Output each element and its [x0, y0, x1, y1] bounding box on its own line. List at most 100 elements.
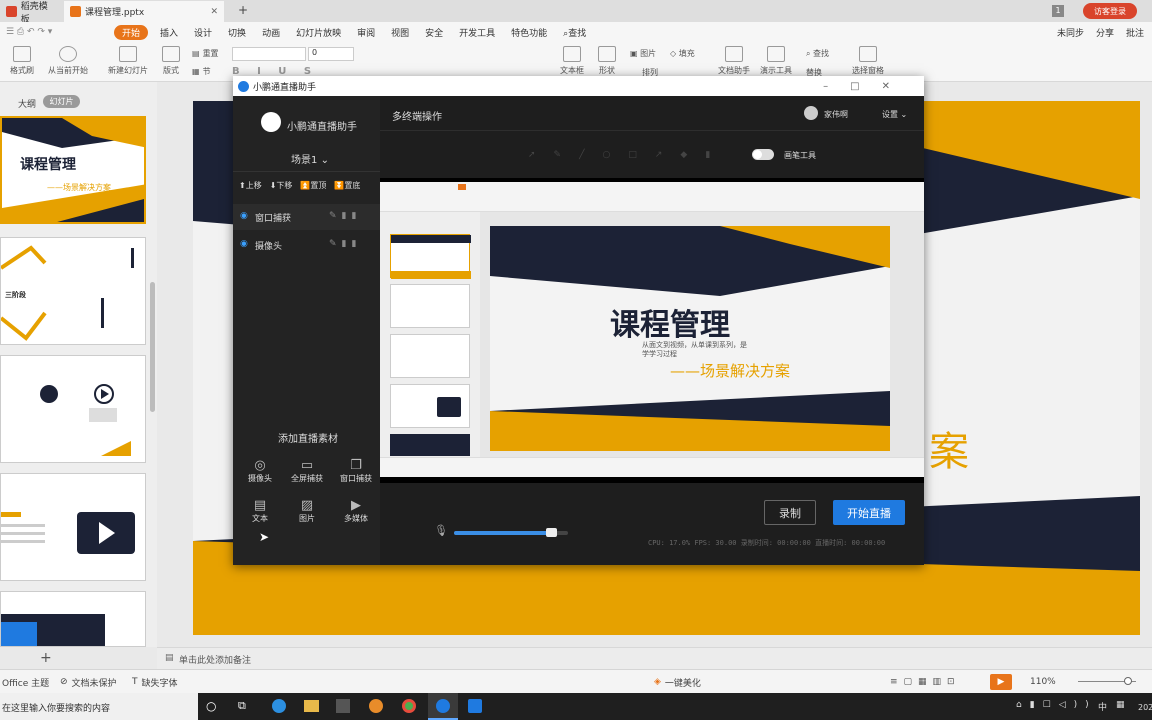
beautify-button[interactable]: ◈ 一键美化: [654, 670, 701, 694]
edge-icon[interactable]: [272, 699, 286, 713]
textbox-button[interactable]: 文本框: [560, 46, 584, 76]
slideshow-play-button[interactable]: ▶: [990, 674, 1012, 690]
thumbnail-scrollbar[interactable]: [150, 282, 155, 412]
brush-toggle[interactable]: [752, 149, 774, 160]
doc-assistant-button[interactable]: 文档助手: [718, 46, 750, 76]
add-media-button[interactable]: ▶ 多媒体: [335, 498, 377, 524]
ime-indicator[interactable]: 中: [1098, 700, 1107, 713]
task-view-icon[interactable]: ⧉: [238, 699, 246, 713]
font-name-select[interactable]: [232, 47, 306, 61]
move-down-button[interactable]: ⬇下移: [270, 180, 293, 191]
fill-button[interactable]: ◇ 填充: [670, 48, 695, 59]
settings-button[interactable]: 设置 ⌄: [882, 109, 907, 120]
menu-insert[interactable]: 插入: [152, 26, 186, 39]
eye-icon[interactable]: ◉: [240, 239, 248, 249]
menu-transition[interactable]: 切换: [220, 26, 254, 39]
notes-bar[interactable]: ▤ 单击此处添加备注: [157, 647, 1152, 669]
slide-thumbnail-1[interactable]: 课程管理 ——场景解决方案: [0, 116, 146, 224]
scene-selector[interactable]: 场景1 ⌄: [291, 151, 329, 166]
volume-handle[interactable]: [545, 528, 557, 537]
sync-status[interactable]: 未同步: [1057, 26, 1084, 39]
login-button[interactable]: 访客登录: [1083, 3, 1137, 19]
slide-thumbnail-2[interactable]: 三阶段: [0, 237, 146, 345]
window-controls[interactable]: –□✕: [823, 81, 924, 92]
add-fullscreen-button[interactable]: ▭ 全屏捕获: [286, 458, 328, 484]
add-image-button[interactable]: ▨ 图片: [286, 498, 328, 524]
system-tray-icons[interactable]: ⌂▮☐◁)): [1016, 700, 1097, 710]
move-top-button[interactable]: ⏫置顶: [300, 180, 326, 191]
source-actions-icons[interactable]: ✎▮▮: [329, 239, 361, 249]
reset-button[interactable]: ▤ 重置: [192, 48, 219, 59]
play-from-current-button[interactable]: 从当前开始: [48, 46, 88, 76]
view-buttons[interactable]: ≡▢▦▥⊡: [890, 670, 961, 694]
record-button[interactable]: 录制: [764, 500, 816, 525]
menu-design[interactable]: 设计: [186, 26, 220, 39]
slide-thumbnail-4[interactable]: [0, 473, 146, 581]
new-tab-button[interactable]: +: [238, 3, 248, 17]
go-live-button[interactable]: 开始直播: [833, 500, 905, 525]
notes-placeholder[interactable]: 单击此处添加备注: [179, 653, 251, 666]
add-window-capture-button[interactable]: ❐ 窗口捕获: [335, 458, 377, 484]
menu-review[interactable]: 审阅: [349, 26, 383, 39]
add-text-button[interactable]: ▤ 文本: [245, 498, 275, 524]
zoom-level[interactable]: 110%: [1030, 670, 1056, 694]
selection-pane-button[interactable]: 选择窗格: [852, 46, 884, 76]
microphone-icon[interactable]: 🎙: [434, 524, 448, 537]
user-name: 家伟啊: [824, 110, 848, 119]
app-icon[interactable]: [369, 699, 383, 713]
menu-slideshow[interactable]: 幻灯片放映: [288, 26, 349, 39]
move-up-button[interactable]: ⬆上移: [239, 180, 262, 191]
add-camera-button[interactable]: ◎ 摄像头: [245, 458, 275, 484]
format-painter-button[interactable]: 格式刷: [10, 46, 34, 76]
wps-icon[interactable]: [468, 699, 482, 713]
tab-outline[interactable]: 大纲: [18, 97, 36, 110]
missing-font-button[interactable]: T 缺失字体: [132, 670, 178, 694]
taskbar-search[interactable]: 在这里输入你要搜索的内容: [0, 693, 198, 720]
selection-icon: [859, 46, 877, 62]
find-button[interactable]: ⌕ 查找: [806, 48, 829, 59]
protect-status[interactable]: ⊘ 文档未保护: [60, 670, 117, 694]
store-icon[interactable]: [336, 699, 350, 713]
font-size-select[interactable]: 0: [308, 47, 354, 61]
menu-developer[interactable]: 开发工具: [451, 26, 503, 39]
keyboard-icon[interactable]: ▦: [1116, 700, 1125, 710]
avatar[interactable]: [804, 106, 818, 120]
file-explorer-icon[interactable]: [304, 700, 319, 712]
presentation-tools-button[interactable]: 演示工具: [760, 46, 792, 76]
menu-features[interactable]: 特色功能: [503, 26, 555, 39]
menu-home[interactable]: 开始: [114, 24, 149, 40]
slide-thumbnail-3[interactable]: [0, 355, 146, 463]
camera-icon: ◎: [254, 458, 266, 473]
section-button[interactable]: ▦ 节: [192, 66, 211, 77]
taskbar: 在这里输入你要搜索的内容 ○ ⧉ ⌂▮☐◁)) 中 ▦ 202: [0, 693, 1152, 720]
close-tab-icon[interactable]: ✕: [210, 7, 218, 17]
quick-access-icons[interactable]: ☰ ⎙ ↶ ↷ ▾: [0, 27, 110, 37]
zoom-handle[interactable]: [1124, 677, 1132, 685]
cortana-icon[interactable]: ○: [206, 699, 216, 713]
slide-2-text: 三阶段: [5, 291, 26, 299]
source-actions-icons[interactable]: ✎▮▮: [329, 211, 361, 221]
eye-icon[interactable]: ◉: [240, 211, 248, 221]
live-assistant-taskbar-item[interactable]: [428, 693, 458, 720]
menu-animation[interactable]: 动画: [254, 26, 288, 39]
move-bottom-button[interactable]: ⏬置底: [334, 180, 360, 191]
tab-templates[interactable]: 稻壳模板: [0, 1, 62, 25]
comment-button[interactable]: 批注: [1126, 26, 1144, 39]
slide-thumbnail-5[interactable]: [0, 591, 146, 647]
add-slide-button[interactable]: +: [40, 650, 52, 666]
layout-button[interactable]: 版式: [162, 46, 180, 76]
new-slide-button[interactable]: 新建幻灯片: [108, 46, 148, 76]
picture-button[interactable]: ▣ 图片: [630, 48, 656, 59]
share-button[interactable]: 分享: [1096, 26, 1114, 39]
menu-security[interactable]: 安全: [417, 26, 451, 39]
menu-view[interactable]: 视图: [383, 26, 417, 39]
menu-find[interactable]: ⌕查找: [555, 26, 594, 39]
tab-slides[interactable]: 幻灯片: [43, 95, 80, 108]
source-item-camera[interactable]: ◉ 摄像头 ✎▮▮: [233, 232, 380, 258]
tab-document[interactable]: 课程管理.pptx ✕: [64, 1, 224, 22]
shape-button[interactable]: 形状: [598, 46, 616, 76]
clock-date[interactable]: 202: [1138, 703, 1152, 712]
preview-slide: 课程管理 从面文到视频，从单课到系列，是 学学习过程 ——场景解决方案: [490, 226, 890, 451]
source-item-window[interactable]: ◉ 窗口捕获 ✎▮▮: [233, 204, 380, 230]
chrome-icon[interactable]: [402, 699, 416, 713]
